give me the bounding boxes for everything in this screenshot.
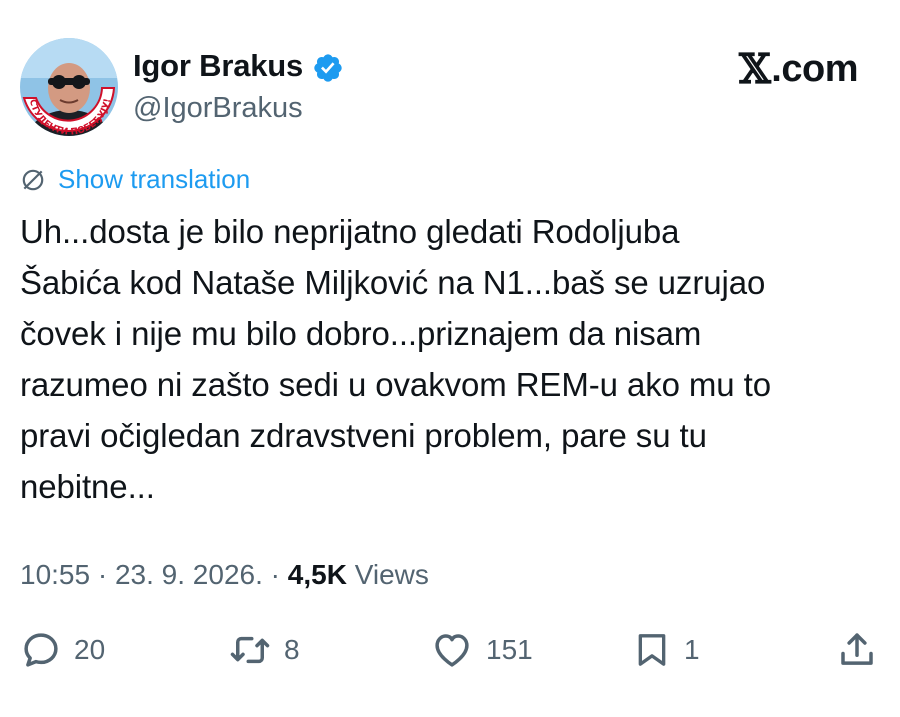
action-bar: 20 8 151 1: [0, 620, 900, 680]
reply-count: 20: [74, 634, 106, 665]
verified-badge-icon: [314, 54, 342, 82]
repost-count: 8: [284, 634, 300, 665]
author-display-name[interactable]: Igor Brakus: [133, 48, 303, 84]
like-button[interactable]: 151: [430, 620, 533, 680]
reply-icon: [24, 633, 58, 667]
heart-icon: [435, 634, 469, 667]
reply-button[interactable]: 20: [20, 620, 105, 680]
tweet-text: Uh...dosta je bilo neprijatno gledati Ro…: [20, 213, 771, 505]
author-handle[interactable]: @IgorBrakus: [133, 92, 303, 125]
bookmark-count: 1: [684, 634, 700, 665]
tweet-time[interactable]: 10:55: [20, 559, 90, 590]
views-label: Views: [354, 559, 429, 590]
show-translation-label: Show translation: [58, 164, 251, 194]
tweet-meta: 10:55 · 23. 9. 2026. · 4,5K Views: [20, 559, 429, 591]
brand-suffix: .com: [771, 47, 858, 90]
share-icon: [841, 633, 873, 665]
repost-icon: [230, 636, 270, 664]
avatar[interactable]: СТУДЕНТИ ПОБЕЂУЈУ!: [20, 38, 118, 136]
bookmark-icon: [638, 634, 666, 666]
meta-separator: ·: [97, 559, 108, 590]
x-logo-icon: 𝕏: [738, 45, 771, 93]
meta-separator: ·: [270, 559, 280, 590]
share-button[interactable]: [836, 620, 878, 680]
tweet-date[interactable]: 23. 9. 2026.: [115, 559, 263, 590]
show-translation-link[interactable]: Show translation: [20, 164, 250, 195]
tweet-card: СТУДЕНТИ ПОБЕЂУЈУ! Igor Brakus @IgorBrak…: [0, 0, 900, 717]
avatar-image: СТУДЕНТИ ПОБЕЂУЈУ!: [20, 38, 118, 136]
like-count: 151: [486, 634, 533, 665]
bookmark-button[interactable]: 1: [632, 620, 700, 680]
globe-icon: [22, 169, 44, 190]
brand-logo: 𝕏 .com: [738, 45, 859, 93]
repost-button[interactable]: 8: [228, 620, 300, 680]
views-count: 4,5K: [287, 559, 347, 590]
